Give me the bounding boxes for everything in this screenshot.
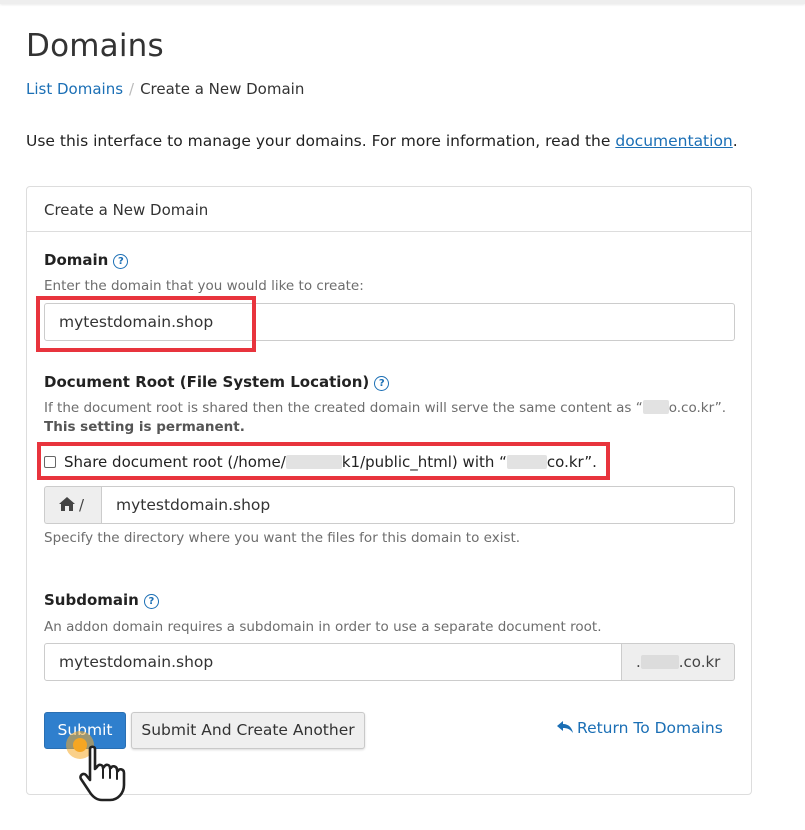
- intro-sentence: Use this interface to manage your domain…: [26, 132, 616, 150]
- docroot-help: Specify the directory where you want the…: [44, 530, 521, 546]
- docroot-prefix: /: [44, 486, 101, 524]
- highlight-box-domain: [36, 296, 256, 352]
- return-to-domains-label: Return To Domains: [577, 719, 723, 737]
- subdomain-suffix: . .co.kr: [622, 643, 735, 681]
- breadcrumb: List Domains / Create a New Domain: [26, 80, 304, 98]
- docroot-hint-before: If the document root is shared then the …: [44, 400, 643, 416]
- panel-heading: Create a New Domain: [27, 187, 751, 232]
- breadcrumb-separator: /: [129, 80, 135, 98]
- docroot-label-text: Document Root (File System Location): [44, 373, 370, 391]
- domain-hint: Enter the domain that you would like to …: [44, 278, 364, 294]
- redacted-domain: [642, 400, 669, 414]
- breadcrumb-list-domains-link[interactable]: List Domains: [26, 80, 123, 98]
- question-circle-icon[interactable]: ?: [374, 376, 390, 391]
- subdomain-hint: An addon domain requires a subdomain in …: [44, 619, 602, 635]
- domain-label-text: Domain: [44, 251, 109, 269]
- docroot-prefix-slash: /: [79, 496, 85, 514]
- docroot-input[interactable]: mytestdomain.shop: [101, 486, 735, 524]
- question-circle-icon[interactable]: ?: [143, 594, 159, 609]
- permanent-warning: This setting is permanent.: [44, 419, 245, 435]
- subdomain-label: Subdomain?: [44, 591, 159, 609]
- subdomain-input[interactable]: mytestdomain.shop: [44, 643, 622, 681]
- docroot-hint-after: o.co.kr”.: [668, 400, 727, 416]
- highlight-box-share: [37, 442, 610, 480]
- pointing-hand-cursor-icon: [79, 745, 126, 802]
- home-icon: [59, 497, 75, 511]
- intro-trailing: .: [732, 132, 738, 150]
- docroot-hint: If the document root is shared then the …: [44, 400, 726, 416]
- question-circle-icon[interactable]: ?: [113, 254, 129, 269]
- domain-label: Domain?: [44, 251, 129, 269]
- documentation-link[interactable]: documentation: [615, 132, 732, 150]
- reply-arrow-icon: [557, 721, 573, 733]
- intro-text: Use this interface to manage your domain…: [26, 132, 738, 150]
- docroot-label: Document Root (File System Location)?: [44, 373, 390, 391]
- submit-and-create-another-button[interactable]: Submit And Create Another: [131, 712, 365, 749]
- top-border: [0, 0, 805, 4]
- subdomain-label-text: Subdomain: [44, 591, 139, 609]
- breadcrumb-current: Create a New Domain: [140, 80, 305, 98]
- subdomain-suffix-tail: .co.kr: [678, 653, 721, 671]
- page-title: Domains: [26, 28, 164, 64]
- create-domain-panel: Create a New Domain Domain? Enter the do…: [26, 186, 752, 795]
- redacted-suffix: [640, 655, 679, 669]
- return-to-domains-link[interactable]: Return To Domains: [557, 719, 723, 737]
- panel-title: Create a New Domain: [44, 201, 209, 219]
